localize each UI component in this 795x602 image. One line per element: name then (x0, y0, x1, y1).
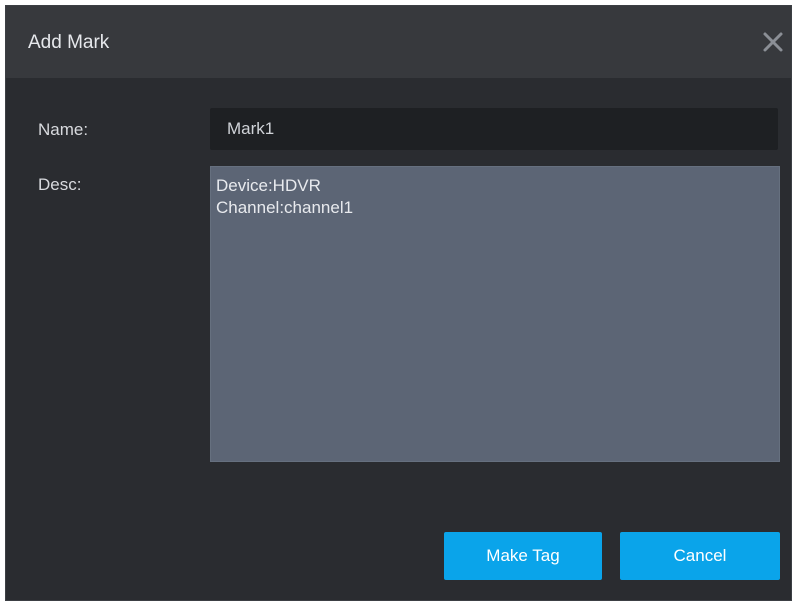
name-input[interactable] (210, 108, 778, 150)
desc-textarea[interactable]: Device:HDVR Channel:channel1 (210, 166, 780, 462)
cancel-button[interactable]: Cancel (620, 532, 780, 580)
dialog-titlebar: Add Mark (6, 6, 791, 78)
close-icon[interactable] (759, 28, 787, 56)
dialog-title: Add Mark (28, 32, 110, 53)
name-label: Name: (38, 120, 89, 139)
desc-label: Desc: (38, 175, 82, 194)
make-tag-button[interactable]: Make Tag (444, 532, 602, 580)
add-mark-dialog: Add Mark Name: Desc: Device:HDVR Channel… (5, 5, 792, 601)
